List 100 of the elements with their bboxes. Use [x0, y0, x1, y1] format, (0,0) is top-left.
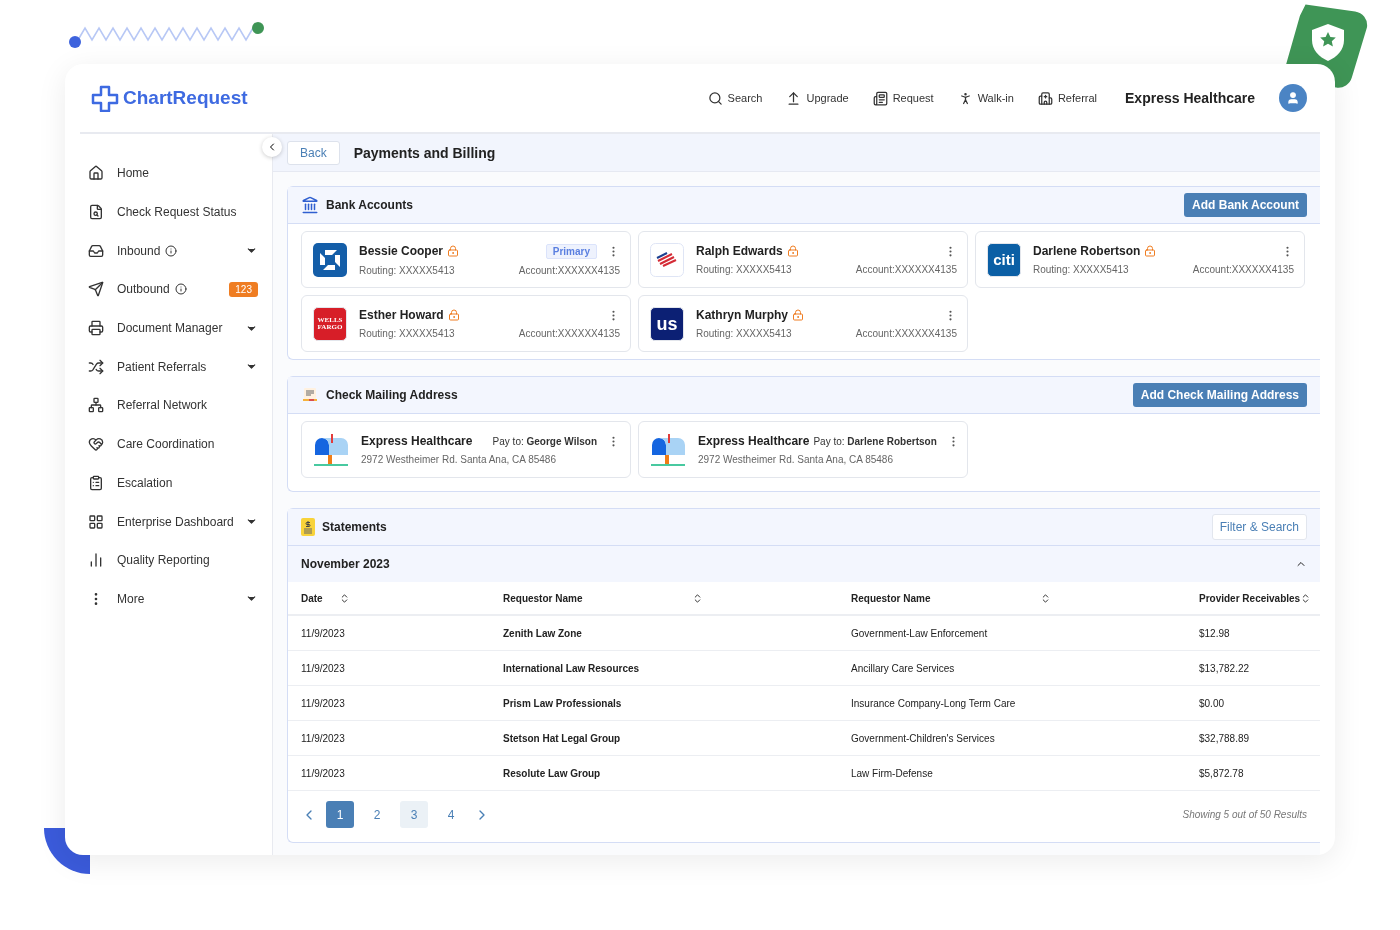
routing-number: Routing: XXXXX5413	[696, 328, 792, 339]
routing-number: Routing: XXXXX5413	[696, 264, 792, 275]
nav-link[interactable]: Upgrade	[786, 90, 849, 106]
sidebar-item[interactable]: Patient Referrals	[80, 347, 272, 387]
table-cell-text: 11/9/2023	[301, 662, 346, 674]
table-cell-text: Government-Children's Services	[851, 732, 996, 744]
nav-link[interactable]: Walk-in	[957, 90, 1014, 106]
table-cell-text: Government-Law Enforcement	[851, 627, 989, 639]
primary-tag: Primary	[545, 243, 597, 259]
nav-link[interactable]: Search	[707, 90, 763, 106]
pay-to-text: Pay to: Darlene Robertson	[813, 435, 937, 447]
avatar[interactable]	[1279, 84, 1307, 112]
column-header[interactable]: Requestor Name	[503, 592, 583, 604]
sort-icon[interactable]	[1040, 592, 1051, 604]
mailbox-icon	[650, 432, 686, 467]
bank-icon	[301, 196, 319, 214]
section-title: Bank Accounts	[326, 198, 413, 212]
sidebar-item[interactable]: Document Manager	[80, 308, 272, 348]
dollar-document-icon	[301, 518, 315, 536]
routing-number: Routing: XXXXX5413	[1033, 264, 1129, 275]
cross-logo-icon	[90, 84, 120, 112]
account-number: Account:XXXXXX4135	[1192, 264, 1294, 275]
lock-icon	[1144, 245, 1157, 257]
menu-item-icon	[88, 358, 104, 375]
routing-number: Routing: XXXXX5413	[359, 328, 455, 339]
menu-item-icon	[88, 281, 104, 298]
mailbox-icon	[313, 432, 349, 467]
menu-item-icon	[88, 165, 104, 182]
account-holder: Darlene Robertson	[1033, 244, 1141, 258]
addressee-name: Express Healthcare	[361, 434, 473, 448]
account-holder: Kathryn Murphy	[696, 308, 788, 322]
table-cell-text: Law Firm-Defense	[851, 767, 934, 779]
bank-logo: citi	[987, 242, 1021, 277]
back-button[interactable]: Back	[287, 140, 340, 165]
lock-icon	[447, 245, 460, 257]
sidebar-item[interactable]: More	[80, 579, 272, 619]
sidebar-item[interactable]: Inbound	[80, 231, 272, 271]
nav-link[interactable]: Request	[872, 90, 934, 106]
page-button[interactable]: 1	[326, 801, 354, 828]
table-cell-text: $13,782.22	[1199, 662, 1251, 674]
menu-item-icon	[88, 436, 104, 453]
menu-item-icon	[88, 513, 104, 530]
menu-item-icon	[88, 474, 104, 491]
menu-item-icon	[88, 204, 104, 221]
bank-logo-icon	[650, 242, 684, 277]
brand-name: ChartRequest	[123, 87, 248, 109]
table-cell-text: $0.00	[1199, 697, 1226, 709]
sidebar-item[interactable]: Home	[80, 154, 272, 193]
sidebar-item[interactable]: Care Coordination	[80, 424, 272, 464]
sidebar-item[interactable]: Escalation	[80, 463, 272, 503]
table-cell-text: Ancillary Care Services	[851, 662, 956, 674]
results-summary: Showing 5 out of 50 Results	[1182, 809, 1307, 820]
page-title: Payments and Billing	[353, 144, 496, 161]
brand-logo[interactable]: ChartRequest	[90, 84, 248, 112]
account-number: Account:XXXXXX4135	[855, 328, 957, 339]
routing-number: Routing: XXXXX5413	[359, 264, 455, 276]
account-number: Account:XXXXXX4135	[518, 328, 620, 339]
add-bank-account-button[interactable]: Add Bank Account	[1184, 193, 1307, 217]
account-holder: Bessie Cooper	[359, 244, 444, 258]
account-holder: Ralph Edwards	[696, 244, 783, 258]
count-badge: 123	[229, 281, 258, 297]
check-letter-icon	[301, 386, 319, 404]
user-icon	[1286, 91, 1300, 105]
add-mailing-address-button[interactable]: Add Check Mailing Address	[1132, 383, 1307, 407]
page-button[interactable]: 2	[363, 801, 391, 828]
sidebar-item[interactable]: Quality Reporting	[80, 540, 272, 580]
sidebar-item[interactable]: Enterprise Dashboard	[80, 502, 272, 541]
section-title: Check Mailing Address	[326, 388, 458, 402]
menu-item-icon	[88, 397, 104, 414]
lock-icon	[792, 309, 804, 321]
table-cell-text: 11/9/2023	[301, 767, 346, 779]
table-cell-text: Insurance Company-Long Term Care	[851, 697, 1017, 709]
nav-link[interactable]: Referral	[1037, 90, 1098, 106]
search-icon	[707, 90, 723, 106]
account-number: Account:XXXXXX4135	[855, 264, 957, 275]
section-title: Statements	[322, 520, 387, 534]
table-cell-text: Zenith Law Zone	[503, 627, 583, 639]
collapse-sidebar-button[interactable]	[262, 137, 282, 157]
bank-logo: us	[650, 306, 684, 341]
filter-search-button[interactable]: Filter & Search	[1211, 514, 1307, 540]
month-heading: November 2023	[301, 557, 390, 571]
page-button[interactable]: 4	[437, 801, 465, 828]
menu-item-icon	[88, 242, 104, 259]
table-cell-text: Resolute Law Group	[503, 767, 602, 779]
account-number: Account:XXXXXX4135	[518, 264, 620, 276]
column-header[interactable]: Provider Receivables	[1199, 592, 1301, 604]
menu-item-icon	[88, 552, 104, 569]
sidebar-item[interactable]: Check Request Status	[80, 192, 272, 232]
sidebar-item[interactable]: Outbound 123	[80, 270, 272, 309]
sidebar-item[interactable]: Referral Network	[80, 386, 272, 425]
table-cell-text: $12.98	[1199, 627, 1231, 639]
column-header[interactable]: Date	[301, 592, 323, 604]
lock-icon	[447, 309, 460, 321]
column-header[interactable]: Requestor Name	[851, 592, 931, 604]
page-button[interactable]: 3	[400, 801, 428, 828]
menu-item-icon	[88, 320, 104, 337]
table-cell-text: Prism Law Professionals	[503, 697, 623, 709]
addressee-name: Express Healthcare	[698, 434, 810, 448]
sort-icon[interactable]	[692, 592, 703, 604]
account-holder: Esther Howard	[359, 308, 444, 322]
